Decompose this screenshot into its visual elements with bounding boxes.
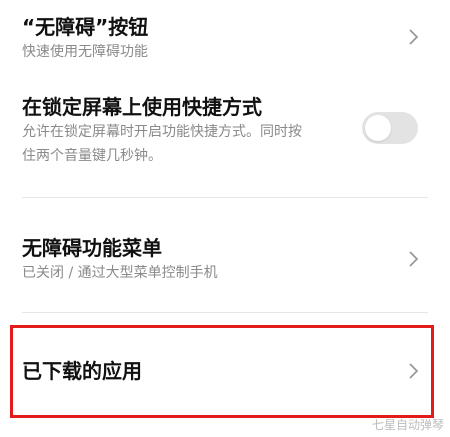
section-divider xyxy=(22,197,428,198)
chevron-right-icon xyxy=(409,251,419,267)
accessibility-menu-subtitle: 已关闭 / 通过大型菜单控制手机 xyxy=(22,265,218,281)
lock-screen-shortcut-title: 在锁定屏幕上使用快捷方式 xyxy=(22,95,262,119)
accessibility-button-title: “无障碍”按钮 xyxy=(22,15,149,39)
setting-accessibility-menu[interactable]: 无障碍功能菜单 已关闭 / 通过大型菜单控制手机 xyxy=(0,225,450,305)
highlight-box xyxy=(10,325,434,418)
lock-screen-shortcut-toggle[interactable] xyxy=(362,112,418,144)
setting-accessibility-button[interactable]: “无障碍”按钮 快速使用无障碍功能 xyxy=(0,0,450,80)
accessibility-button-subtitle: 快速使用无障碍功能 xyxy=(22,44,148,60)
accessibility-menu-title: 无障碍功能菜单 xyxy=(22,236,162,260)
lock-screen-shortcut-subtitle-line1: 允许在锁定屏幕时开启功能快捷方式。同时按 xyxy=(22,124,302,140)
toggle-knob xyxy=(365,115,391,141)
lock-screen-shortcut-subtitle-line2: 住两个音量键几秒钟。 xyxy=(22,148,162,164)
chevron-right-icon xyxy=(409,29,419,45)
section-divider xyxy=(22,312,428,313)
watermark-text: 七星自动弹琴 xyxy=(371,418,444,432)
